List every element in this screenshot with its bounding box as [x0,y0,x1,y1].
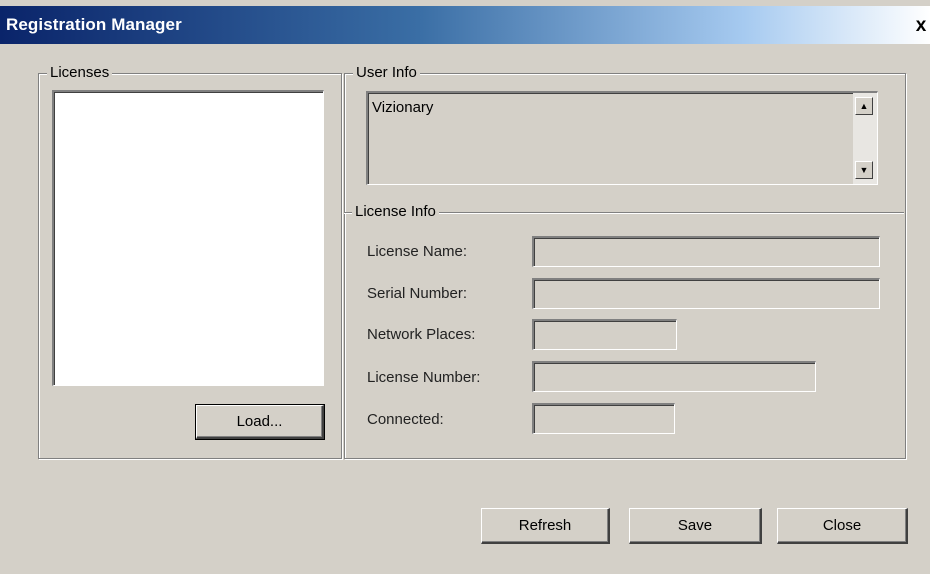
license-number-label: License Number: [367,369,481,386]
user-info-value: Vizionary [372,99,434,116]
user-info-field[interactable]: Vizionary ▲ ▼ [366,91,878,185]
chevron-up-icon[interactable]: ▲ [855,97,873,115]
window-title: Registration Manager [6,15,182,34]
licenses-group-label: Licenses [47,64,113,82]
network-places-label: Network Places: [367,326,476,343]
serial-number-label: Serial Number: [367,285,468,302]
license-number-field [532,361,816,392]
user-info-group-label: User Info [353,64,420,82]
load-button[interactable]: Load... [195,404,325,440]
connected-label: Connected: [367,411,444,428]
title-bar: Registration Manager x [0,6,930,44]
license-name-label: License Name: [367,243,468,260]
close-icon[interactable]: x [912,14,930,38]
license-name-field [532,236,880,267]
user-info-scrollbar[interactable]: ▲ ▼ [853,93,877,184]
licenses-list[interactable] [52,90,324,386]
connected-field [532,403,675,434]
chevron-down-icon[interactable]: ▼ [855,161,873,179]
network-places-field [532,319,677,350]
serial-number-field [532,278,880,309]
save-button[interactable]: Save [629,508,762,544]
refresh-button[interactable]: Refresh [481,508,610,544]
close-button[interactable]: Close [777,508,908,544]
license-info-group-label: License Info [352,203,439,221]
